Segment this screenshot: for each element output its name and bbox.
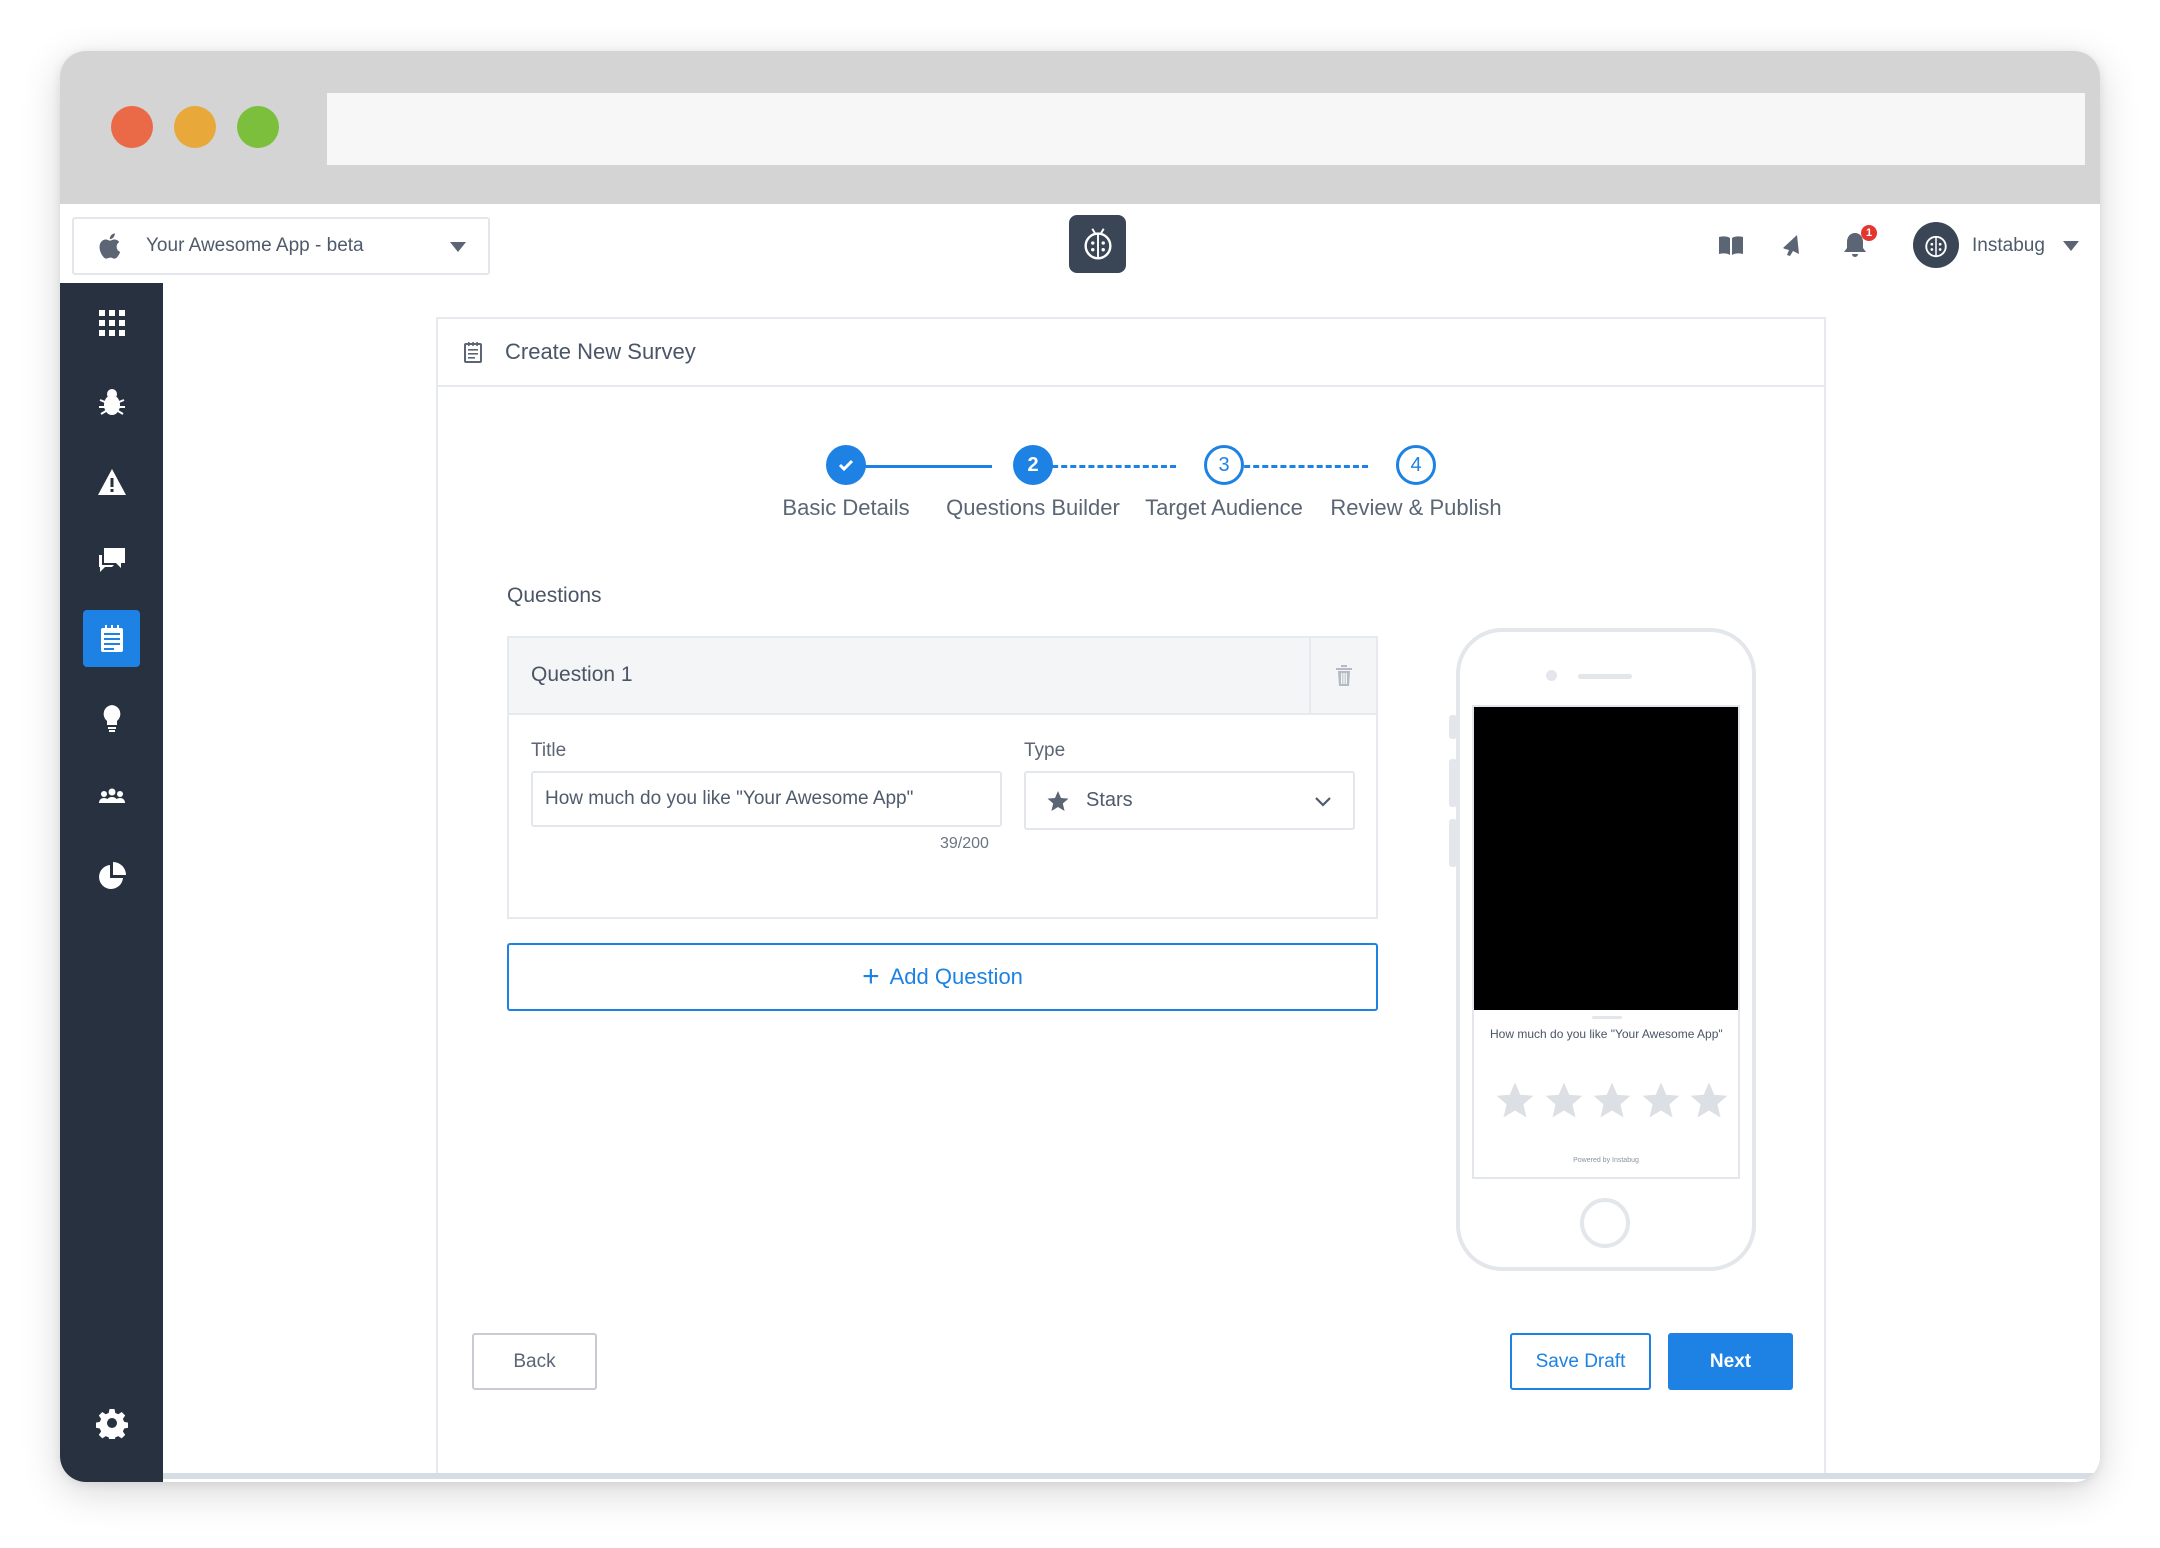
chat-icon [98, 547, 125, 572]
sidebar-item-surveys[interactable] [83, 610, 140, 667]
trash-icon [1335, 664, 1352, 686]
char-counter: 39/200 [940, 835, 989, 852]
save-draft-button[interactable]: Save Draft [1510, 1333, 1651, 1390]
sheet-handle [1592, 1016, 1622, 1019]
bug-icon [98, 388, 125, 415]
sidebar-item-chats[interactable] [83, 531, 140, 588]
notification-badge: 1 [1861, 225, 1877, 241]
user-name[interactable]: Instabug [1972, 235, 2045, 257]
star-icon [1047, 790, 1069, 811]
megaphone-icon[interactable] [1778, 230, 1808, 260]
delete-question-button[interactable] [1309, 638, 1376, 713]
sidebar-item-users[interactable] [83, 768, 140, 825]
star-icon[interactable] [1640, 1079, 1682, 1121]
step-2-label: Questions Builder [946, 495, 1120, 520]
type-label: Type [1024, 740, 1066, 761]
caret-down-icon[interactable] [2063, 241, 2079, 251]
sidebar [60, 283, 163, 1482]
step-4-label: Review & Publish [1330, 495, 1502, 520]
phone-speaker [1578, 674, 1632, 679]
pie-chart-icon [98, 861, 126, 889]
browser-chrome [60, 51, 2100, 204]
page-title: Create New Survey [505, 339, 696, 364]
section-title: Questions [507, 584, 602, 607]
survey-icon [100, 624, 123, 652]
app-selector[interactable]: Your Awesome App - beta [72, 217, 490, 275]
step-3-label: Target Audience [1145, 495, 1303, 520]
question-heading: Question 1 [531, 663, 633, 686]
caret-down-icon [450, 242, 466, 252]
step-3-indicator[interactable]: 3 [1204, 445, 1244, 485]
preview-backdrop [1474, 707, 1738, 1010]
card-header: Create New Survey [438, 319, 1824, 387]
preview-star-rating [1494, 1079, 1730, 1121]
step-1-label: Basic Details [782, 495, 910, 520]
apple-icon [99, 233, 121, 259]
gear-icon [95, 1408, 128, 1439]
phone-preview: How much do you like "Your Awesome App" … [1456, 628, 1756, 1271]
next-button[interactable]: Next [1668, 1333, 1793, 1390]
minimize-window-button[interactable] [174, 106, 216, 148]
sidebar-item-dashboard[interactable] [83, 294, 140, 351]
address-bar[interactable] [327, 93, 2085, 165]
sidebar-item-feature-requests[interactable] [83, 689, 140, 746]
star-icon[interactable] [1688, 1079, 1730, 1121]
warning-icon [97, 468, 126, 495]
star-icon[interactable] [1591, 1079, 1633, 1121]
phone-home-button [1580, 1198, 1630, 1248]
powered-by-label: Powered by Instabug [1573, 1157, 1639, 1164]
step-connector [856, 465, 992, 468]
sidebar-item-analytics[interactable] [83, 847, 140, 904]
browser-window: Your Awesome App - beta 1 Instabug Creat… [60, 51, 2100, 1482]
step-4-indicator[interactable]: 4 [1396, 445, 1436, 485]
bottom-scrollbar[interactable] [163, 1473, 2100, 1479]
question-panel: Question 1 Title How much do you like "Y… [507, 636, 1378, 919]
sidebar-item-crashes[interactable] [83, 453, 140, 510]
add-question-button[interactable]: + Add Question [507, 943, 1378, 1011]
star-icon[interactable] [1543, 1079, 1585, 1121]
title-label: Title [531, 740, 567, 761]
check-icon [838, 459, 854, 472]
chevron-down-icon [1315, 797, 1331, 807]
bell-icon[interactable]: 1 [1840, 225, 1877, 260]
preview-question-text: How much do you like "Your Awesome App" [1490, 1027, 1723, 1041]
avatar[interactable] [1913, 222, 1959, 268]
sidebar-item-settings[interactable] [83, 1394, 140, 1451]
sidebar-item-bugs[interactable] [83, 373, 140, 430]
app-selector-value: Your Awesome App - beta [146, 235, 364, 256]
ladybug-logo-icon[interactable] [1069, 215, 1126, 273]
close-window-button[interactable] [111, 106, 153, 148]
step-connector [1226, 465, 1368, 468]
step-connector [1034, 465, 1176, 468]
star-icon[interactable] [1494, 1079, 1536, 1121]
step-2-indicator[interactable]: 2 [1013, 445, 1053, 485]
add-question-label: Add Question [889, 964, 1023, 989]
back-button[interactable]: Back [472, 1333, 597, 1390]
phone-screen: How much do you like "Your Awesome App" … [1472, 705, 1740, 1179]
lightbulb-icon [103, 704, 120, 732]
question-type-value: Stars [1086, 789, 1133, 811]
users-icon [98, 788, 125, 803]
question-type-select[interactable]: Stars [1024, 771, 1355, 830]
grid-icon [98, 309, 125, 336]
question-title-input[interactable]: How much do you like "Your Awesome App" [531, 771, 1002, 827]
phone-camera [1546, 670, 1557, 681]
book-icon[interactable] [1716, 230, 1746, 260]
question-header: Question 1 [509, 638, 1376, 715]
plus-icon: + [862, 960, 880, 993]
survey-icon [464, 342, 482, 363]
step-1-indicator[interactable] [826, 445, 866, 485]
create-survey-card: Create New Survey 2 3 4 Basic Details Qu… [436, 317, 1826, 1475]
maximize-window-button[interactable] [237, 106, 279, 148]
